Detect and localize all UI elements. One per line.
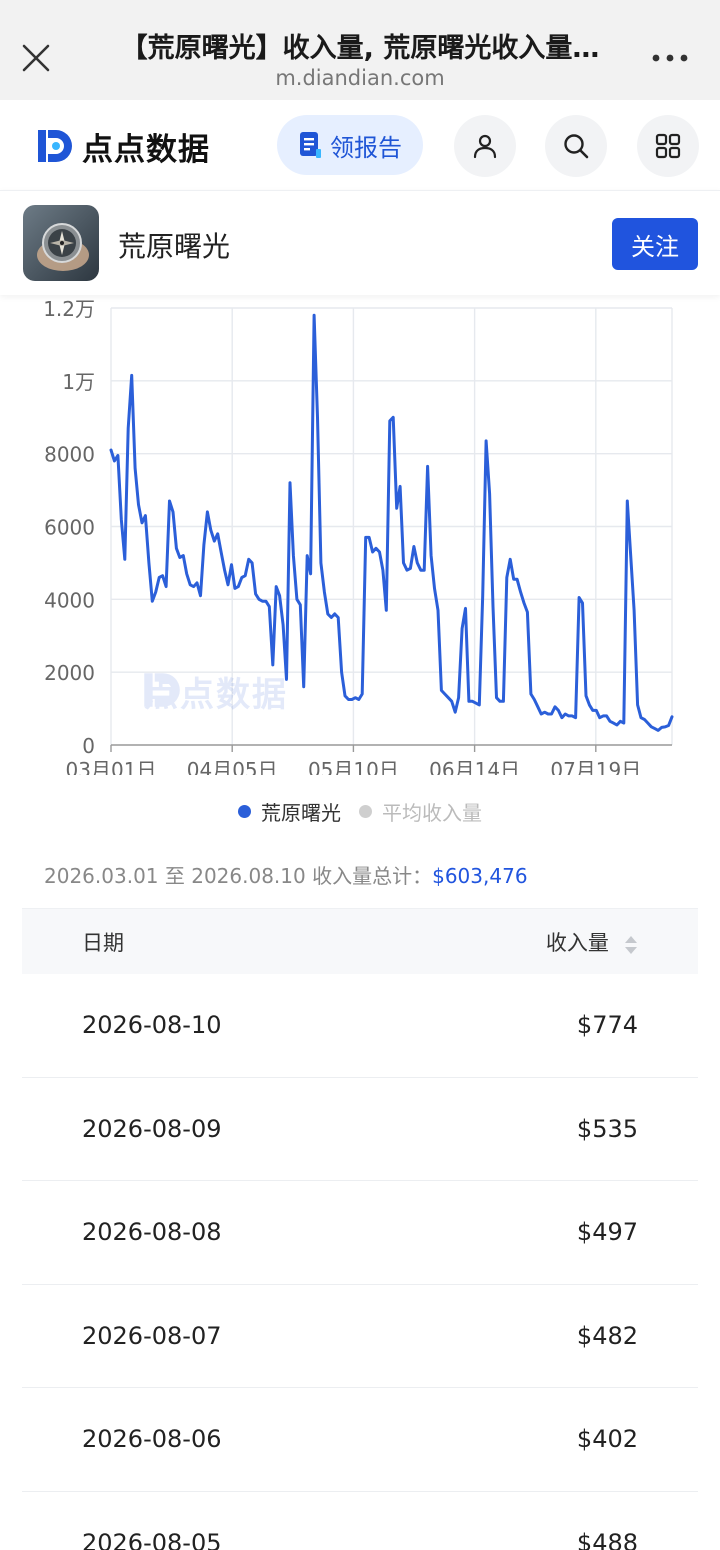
row-value: $535 xyxy=(576,1114,638,1143)
header-revenue-sortable[interactable]: 收入量 xyxy=(546,927,638,957)
follow-button[interactable]: 关注 xyxy=(612,218,698,270)
legend-item-average[interactable]: 平均收入量 xyxy=(359,797,482,826)
total-summary: 2026.03.01 至 2026.08.10 收入量总计：$603,476 xyxy=(44,860,528,889)
get-report-label: 领报告 xyxy=(330,133,402,162)
report-doc-icon xyxy=(300,132,321,158)
row-date: 2026-08-09 xyxy=(82,1114,222,1143)
y-tick-label: 8000 xyxy=(44,443,95,467)
row-date: 2026-08-08 xyxy=(82,1218,222,1247)
legend-item-app[interactable]: 荒原曙光 xyxy=(238,797,341,826)
search-icon xyxy=(564,134,589,159)
x-tick-label: 07月19日 xyxy=(550,758,641,775)
app-icon[interactable] xyxy=(23,205,99,281)
get-report-button[interactable]: 领报告 xyxy=(277,115,423,175)
watermark: 点点数据 xyxy=(138,667,288,716)
header-date: 日期 xyxy=(82,930,124,955)
revenue-chart: 1.2万 1万 8000 6000 4000 2000 0 03月01日 04月05日 05月10… xyxy=(0,295,720,775)
chart-legend: 荒原曙光 平均收入量 xyxy=(0,797,720,826)
app-bar: 荒原曙光 关注 xyxy=(0,190,720,295)
content-area: 1.2万 1万 8000 6000 4000 2000 0 03月01日 04月05日 05月10… xyxy=(0,295,720,1550)
page-title: 【荒原曙光】收入量, 荒原曙光收入量… xyxy=(120,33,600,64)
apps-button[interactable] xyxy=(637,115,699,177)
row-date: 2026-08-10 xyxy=(82,1011,222,1040)
site-header: 点点数据 领报告 xyxy=(0,100,720,190)
legend-label-average: 平均收入量 xyxy=(382,801,482,825)
site-logo[interactable]: 点点数据 xyxy=(32,124,210,168)
total-value: $603,476 xyxy=(432,864,528,888)
table-header: 日期 收入量 xyxy=(22,908,698,974)
more-dots-icon xyxy=(652,54,688,62)
y-tick-label: 4000 xyxy=(44,588,95,612)
row-value: $774 xyxy=(576,1011,638,1040)
row-value: $497 xyxy=(576,1218,638,1247)
revenue-chart-svg: 1.2万 1万 8000 6000 4000 2000 003月01日 04月05日 05月10… xyxy=(43,297,674,775)
table-row: 2026-08-09 $535 xyxy=(22,1077,698,1181)
row-value: $488 xyxy=(576,1528,638,1550)
y-tick-label: 1.2万 xyxy=(43,297,95,321)
table-row: 2026-08-08 $497 xyxy=(22,1181,698,1285)
page-url: m.diandian.com xyxy=(275,66,445,90)
y-tick-label: 1万 xyxy=(62,370,95,394)
row-date: 2026-08-07 xyxy=(82,1321,222,1350)
table-row: 2026-08-06 $402 xyxy=(22,1388,698,1492)
x-tick-label: 04月05日 xyxy=(187,758,278,775)
y-tick-label: 2000 xyxy=(44,661,95,685)
legend-dot-app xyxy=(238,805,251,818)
search-button[interactable] xyxy=(545,115,607,177)
logo-mark-icon xyxy=(38,130,72,162)
total-range-text: 2026.03.01 至 2026.08.10 收入量总计： xyxy=(44,864,433,888)
more-button[interactable] xyxy=(646,40,694,76)
close-button[interactable] xyxy=(14,36,58,80)
sort-icon xyxy=(625,936,637,954)
table-row: 2026-08-07 $482 xyxy=(22,1284,698,1388)
app-name: 荒原曙光 xyxy=(118,230,231,263)
legend-dot-average xyxy=(359,805,372,818)
x-tick-label: 03月01日 xyxy=(66,758,157,775)
header-revenue: 收入量 xyxy=(545,930,609,955)
table-row: 2026-08-05 $488 xyxy=(22,1491,698,1550)
compass-icon xyxy=(23,205,99,281)
x-tick-label: 05月10日 xyxy=(308,758,399,775)
row-date: 2026-08-06 xyxy=(82,1425,222,1454)
grid-icon xyxy=(655,133,681,159)
browser-bar: 【荒原曙光】收入量, 荒原曙光收入量… m.diandian.com xyxy=(0,0,720,100)
row-value: $402 xyxy=(576,1425,638,1454)
row-date: 2026-08-05 xyxy=(82,1528,222,1550)
user-button[interactable] xyxy=(454,115,516,177)
x-tick-label: 06月14日 xyxy=(429,758,520,775)
close-icon xyxy=(22,44,50,72)
watermark-logo-icon xyxy=(144,673,180,707)
logo-text: 点点数据 xyxy=(82,131,210,168)
row-value: $482 xyxy=(576,1321,638,1350)
revenue-table: 日期 收入量 2026-08-10 $774 2026-08-09 $535 2… xyxy=(22,908,698,1550)
user-icon xyxy=(473,134,497,159)
legend-label-app: 荒原曙光 xyxy=(261,801,341,825)
y-tick-label: 0 xyxy=(82,734,95,758)
table-row: 2026-08-10 $774 xyxy=(22,974,698,1078)
y-tick-label: 6000 xyxy=(44,516,95,540)
